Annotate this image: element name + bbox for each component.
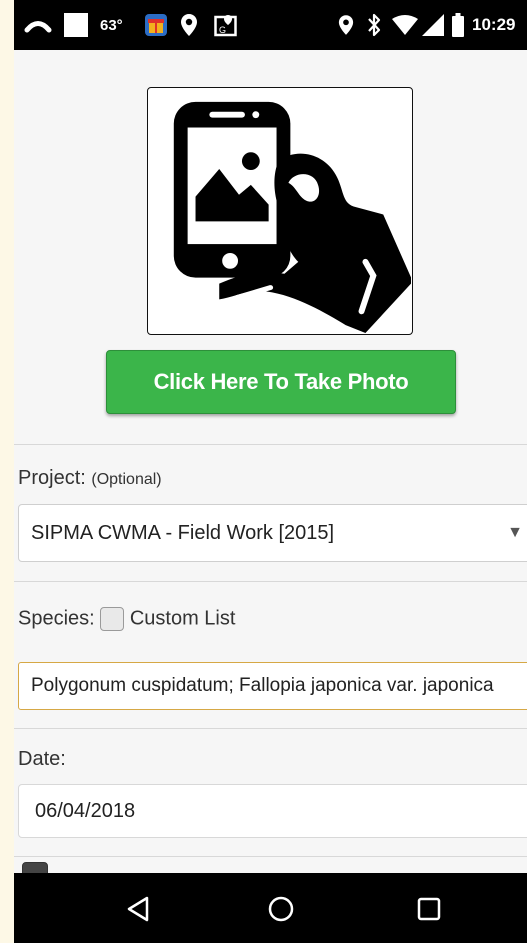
divider xyxy=(14,444,527,445)
date-field[interactable]: 06/04/2018 xyxy=(18,784,527,838)
form-content[interactable]: Click Here To Take Photo Project: (Optio… xyxy=(14,50,527,873)
species-input-value: Polygonum cuspidatum; Fallopia japonica … xyxy=(31,675,494,696)
divider xyxy=(14,581,527,582)
gift-icon xyxy=(144,0,168,50)
project-select-value: SIPMA CWMA - Field Work [2015] xyxy=(31,521,335,544)
temperature-text: 63° xyxy=(100,16,123,34)
location-pin-icon xyxy=(180,0,198,50)
hotspot-icon xyxy=(24,0,52,50)
species-label: Species: Custom List xyxy=(18,607,235,631)
date-value: 06/04/2018 xyxy=(35,799,136,822)
divider xyxy=(14,856,527,857)
custom-list-label[interactable]: Custom List xyxy=(130,607,236,629)
date-label: Date: xyxy=(18,748,66,770)
maps-icon: G xyxy=(214,0,238,50)
cell-signal-icon xyxy=(422,0,444,50)
battery-icon xyxy=(452,0,464,50)
phone-photo-in-hand-icon xyxy=(173,101,413,333)
status-bar: 63° G 10:29 xyxy=(14,0,527,50)
species-label-text: Species: xyxy=(18,607,95,630)
divider xyxy=(14,728,527,729)
custom-list-checkbox[interactable] xyxy=(100,607,125,631)
take-photo-button[interactable]: Click Here To Take Photo xyxy=(106,350,456,414)
wifi-icon xyxy=(392,0,418,50)
project-label: Project: (Optional) xyxy=(18,467,162,490)
project-select[interactable]: SIPMA CWMA - Field Work [2015] ▼ xyxy=(18,504,527,562)
location-pin-icon-right xyxy=(338,0,354,50)
clock-text: 10:29 xyxy=(472,15,516,34)
photo-preview[interactable] xyxy=(147,87,413,335)
back-icon[interactable] xyxy=(126,896,150,922)
recents-icon[interactable] xyxy=(417,897,441,921)
phone-screen: 63° G 10:29 Click Here To Take Photo Pro… xyxy=(14,0,527,943)
navigation-bar xyxy=(14,873,527,943)
chevron-down-icon: ▼ xyxy=(507,524,523,541)
species-input[interactable]: Polygonum cuspidatum; Fallopia japonica … xyxy=(18,662,527,710)
gps-checkbox-partial[interactable] xyxy=(22,862,48,873)
bluetooth-icon xyxy=(366,0,382,50)
svg-text:G: G xyxy=(219,25,226,35)
home-icon[interactable] xyxy=(268,896,294,922)
notification-square-icon xyxy=(64,0,88,50)
project-label-text: Project: xyxy=(18,467,86,489)
project-optional-text: (Optional) xyxy=(91,471,162,488)
